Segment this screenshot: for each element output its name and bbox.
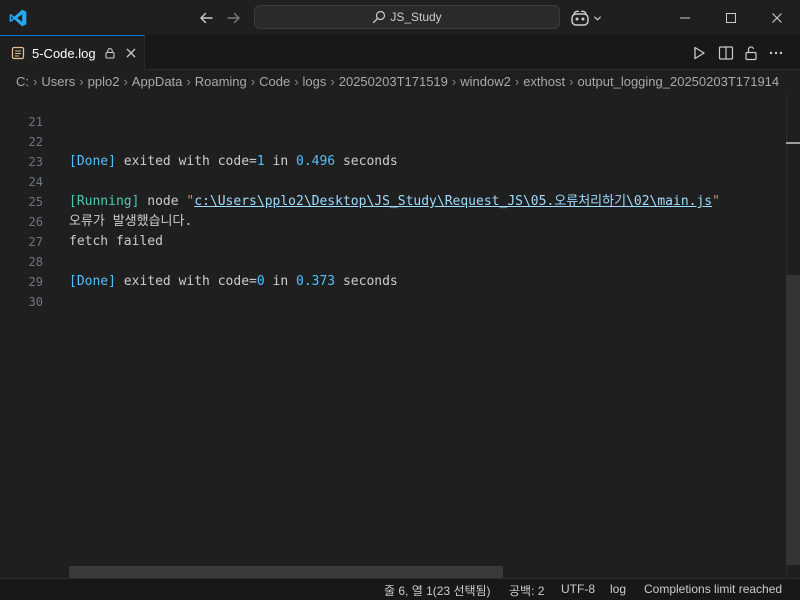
vscode-logo-icon	[9, 9, 27, 27]
chevron-down-icon	[593, 15, 602, 21]
editor-line: 21	[0, 92, 786, 129]
breadcrumb-item[interactable]: exthost	[523, 74, 565, 89]
status-completions[interactable]: Completions limit reached	[644, 582, 782, 596]
breadcrumb-item[interactable]: pplo2	[88, 74, 120, 89]
breadcrumb-item[interactable]: window2	[460, 74, 511, 89]
minimize-button[interactable]	[662, 0, 708, 35]
breadcrumb-item[interactable]: AppData	[132, 74, 183, 89]
editor-line: 23	[0, 132, 786, 169]
chevron-right-icon: ›	[33, 73, 38, 89]
chevron-right-icon: ›	[330, 73, 335, 89]
chevron-right-icon: ›	[250, 73, 256, 89]
close-window-button[interactable]	[754, 0, 800, 35]
editor-line: 29	[0, 252, 786, 289]
run-icon[interactable]	[690, 44, 708, 62]
chevron-right-icon: ›	[569, 73, 574, 89]
chevron-right-icon: ›	[186, 73, 191, 89]
chevron-right-icon: ›	[123, 73, 128, 89]
unlock-icon[interactable]	[742, 44, 760, 62]
breadcrumb-item[interactable]: Roaming	[195, 74, 247, 89]
close-icon	[772, 12, 782, 23]
breadcrumb-item[interactable]: logs	[303, 74, 327, 89]
breadcrumb-item[interactable]: Users	[41, 74, 75, 89]
more-actions-icon[interactable]	[767, 44, 785, 62]
chevron-right-icon: ›	[79, 73, 84, 89]
search-icon	[373, 10, 386, 24]
editor-line: 30	[0, 272, 786, 309]
maximize-button[interactable]	[708, 0, 754, 35]
lock-icon	[105, 48, 115, 59]
tab-bar: 5-Code.log	[0, 35, 800, 70]
maximize-icon	[726, 12, 736, 23]
command-center[interactable]: JS_Study	[254, 5, 560, 29]
breadcrumb-item[interactable]: Code	[259, 74, 290, 89]
forward-arrow-icon[interactable]	[224, 8, 244, 28]
title-bar: JS_Study	[0, 0, 800, 35]
editor-line: 24 [Running] node "c:\Users\pplo2\Deskto…	[0, 152, 786, 209]
command-center-label: JS_Study	[390, 10, 442, 24]
breadcrumb: C: › Users › pplo2 › AppData › Roaming ›…	[0, 70, 800, 92]
copilot-menu[interactable]	[570, 8, 604, 28]
chevron-right-icon: ›	[294, 73, 299, 89]
editor-line: 26 fetch failed	[0, 192, 786, 249]
status-language[interactable]: log	[610, 582, 626, 596]
copilot-icon	[571, 10, 589, 26]
editor-line: 25 오류가 발생했습니다.	[0, 172, 786, 229]
tab-label: 5-Code.log	[32, 45, 96, 61]
status-indentation[interactable]: 공백: 2	[509, 582, 544, 599]
editor-line: 22 [Done] exited with code=1 in 0.496 se…	[0, 112, 786, 169]
status-encoding[interactable]: UTF-8	[561, 582, 595, 596]
breadcrumb-item[interactable]: C:	[16, 74, 29, 89]
status-cursor-position[interactable]: 줄 6, 열 1(23 선택됨)	[384, 582, 491, 599]
horizontal-scrollbar-thumb[interactable]	[69, 566, 503, 578]
line-number: 30	[28, 295, 43, 309]
editor-line: 27	[0, 212, 786, 249]
tab-5-code-log[interactable]: 5-Code.log	[0, 35, 145, 70]
back-arrow-icon[interactable]	[196, 8, 216, 28]
tab-close-icon[interactable]	[124, 46, 138, 60]
editor[interactable]: 21 22 [Done] exited with code=1 in 0.496…	[0, 92, 800, 578]
status-bar: 줄 6, 열 1(23 선택됨) 공백: 2 UTF-8 log Complet…	[0, 578, 800, 600]
breadcrumb-item[interactable]: 20250203T171519	[339, 74, 448, 89]
minimize-icon	[680, 17, 690, 18]
chevron-right-icon: ›	[514, 73, 520, 89]
log-file-icon	[11, 46, 25, 60]
breadcrumb-item[interactable]: output_logging_20250203T171914	[577, 74, 779, 89]
vertical-scrollbar-thumb[interactable]	[786, 275, 800, 565]
editor-line: 28 [Done] exited with code=0 in 0.373 se…	[0, 232, 786, 289]
chevron-right-icon: ›	[451, 73, 457, 89]
scrollbar-cursor-marker	[786, 142, 800, 144]
split-editor-icon[interactable]	[717, 44, 735, 62]
